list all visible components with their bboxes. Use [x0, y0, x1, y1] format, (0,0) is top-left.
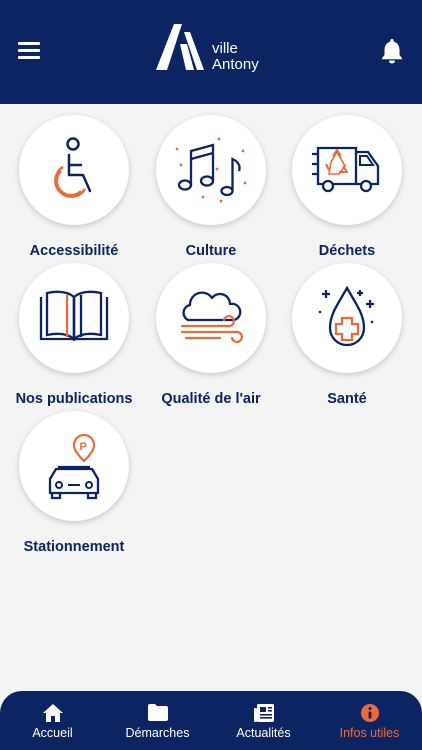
- tile-label: Accessibilité: [29, 243, 119, 259]
- tile-circle: [156, 263, 266, 373]
- logo-line-ville: ville: [212, 40, 238, 57]
- tile-circle: [292, 115, 402, 225]
- tile-label: Nos publications: [15, 391, 133, 407]
- tile-label: Culture: [185, 243, 237, 259]
- bell-icon[interactable]: [381, 38, 403, 64]
- home-icon: [42, 704, 63, 722]
- music-notes-icon: [175, 137, 247, 203]
- tile-qualite-air[interactable]: Qualité de l'air: [142, 263, 280, 407]
- app-header: ville Antony: [0, 0, 422, 104]
- cloud-wind-icon: [180, 291, 243, 343]
- tile-circle: P: [19, 411, 129, 521]
- bottom-tab-bar: Accueil Démarches Actualités Infos utile…: [0, 691, 422, 750]
- tile-stationnement[interactable]: P Stationnement: [5, 411, 143, 555]
- tile-circle: [292, 263, 402, 373]
- tile-label: Qualité de l'air: [161, 391, 261, 407]
- tab-actualites[interactable]: Actualités: [211, 691, 316, 750]
- tile-dechets[interactable]: Déchets: [278, 115, 416, 259]
- tab-label: Accueil: [32, 726, 73, 740]
- info-icon: [360, 704, 379, 722]
- wheelchair-icon: [54, 137, 92, 198]
- svg-text:P: P: [80, 441, 87, 453]
- tile-accessibilite[interactable]: Accessibilité: [5, 115, 143, 259]
- tab-label: Démarches: [125, 726, 190, 740]
- tile-culture[interactable]: Culture: [142, 115, 280, 259]
- tile-sante[interactable]: Santé: [278, 263, 416, 407]
- tile-circle: [156, 115, 266, 225]
- tile-label: Santé: [327, 391, 367, 407]
- logo-line-antony: Antony: [212, 56, 259, 73]
- menu-icon[interactable]: [18, 42, 40, 62]
- tab-infos-utiles[interactable]: Infos utiles: [317, 691, 422, 750]
- open-book-icon: [39, 290, 109, 342]
- tile-label: Stationnement: [23, 539, 125, 555]
- tab-label: Actualités: [236, 726, 291, 740]
- blood-drop-cross-icon: [318, 285, 374, 347]
- newspaper-icon: [253, 704, 274, 722]
- tile-label: Déchets: [318, 243, 376, 259]
- parking-car-icon: P: [48, 433, 100, 500]
- folder-icon: [147, 704, 168, 721]
- tile-circle: [19, 115, 129, 225]
- tab-demarches[interactable]: Démarches: [105, 691, 210, 750]
- garbage-truck-icon: [312, 146, 380, 193]
- tab-label: Infos utiles: [339, 726, 400, 740]
- tile-circle: [19, 263, 129, 373]
- tab-accueil[interactable]: Accueil: [0, 691, 105, 750]
- ville-antony-logo: ville Antony: [154, 22, 274, 74]
- tile-nos-publications[interactable]: Nos publications: [5, 263, 143, 407]
